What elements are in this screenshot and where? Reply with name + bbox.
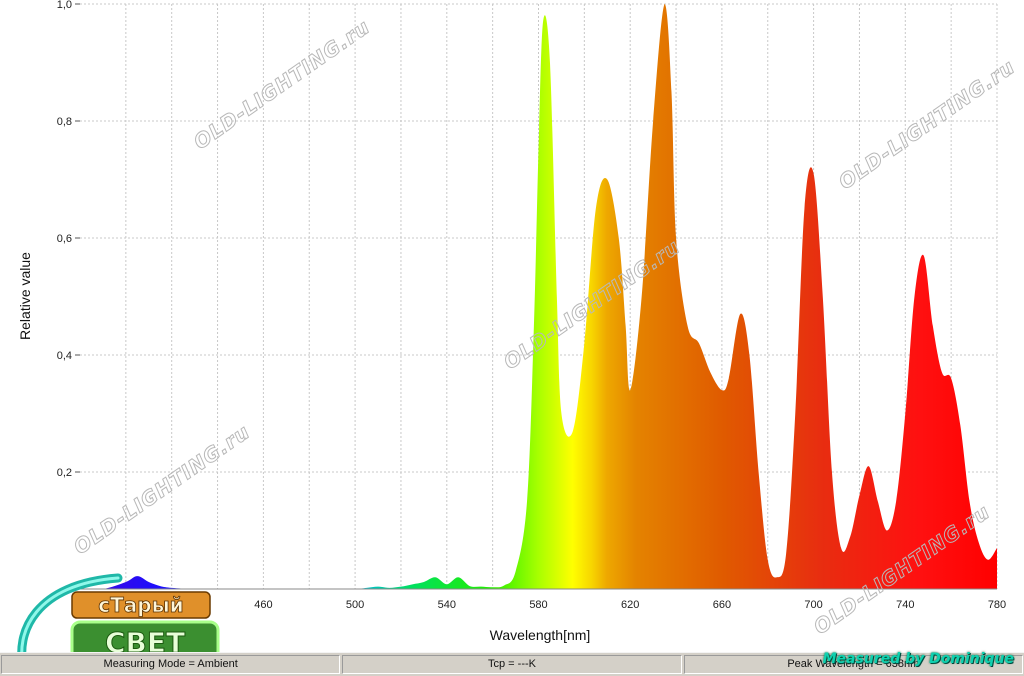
y-tick-label: 0,4 — [57, 350, 72, 362]
watermark: OLD-LIGHTING.ru — [189, 14, 374, 154]
x-tick-label: 740 — [896, 599, 914, 611]
x-tick-label: 660 — [713, 599, 731, 611]
watermark: OLD-LIGHTING.ru — [834, 54, 1019, 194]
x-tick-label: 700 — [804, 599, 822, 611]
x-tick-labels: 460 500 540 580 620 660 700 740 780 — [254, 599, 1006, 611]
y-tick-label: 0,2 — [57, 467, 72, 479]
x-tick-label: 580 — [529, 599, 547, 611]
status-measuring-mode: Measuring Mode = Ambient — [1, 655, 341, 674]
y-tick-label: 0,8 — [57, 116, 72, 128]
status-tcp: Tcp = ---K — [342, 655, 682, 674]
y-tick-labels: 00,20,40,60,81,0 — [57, 0, 80, 596]
spectrum-chart: 460 500 540 580 620 660 700 740 780 00,20,40,60,… — [17, 0, 1020, 643]
x-tick-label: 460 — [254, 599, 272, 611]
y-axis-label: Relative value — [17, 252, 33, 340]
logo-top-text: сТарый — [98, 593, 183, 617]
signature-text: Measured by Dominique — [822, 651, 1014, 667]
x-tick-label: 780 — [988, 599, 1006, 611]
watermark: OLD-LIGHTING.ru — [69, 419, 254, 559]
y-tick-label: 1,0 — [57, 0, 72, 11]
x-tick-label: 500 — [346, 599, 364, 611]
x-axis-label: Wavelength[nm] — [490, 627, 591, 643]
x-tick-label: 540 — [438, 599, 456, 611]
x-tick-label: 620 — [621, 599, 639, 611]
y-tick-label: 0,6 — [57, 233, 72, 245]
